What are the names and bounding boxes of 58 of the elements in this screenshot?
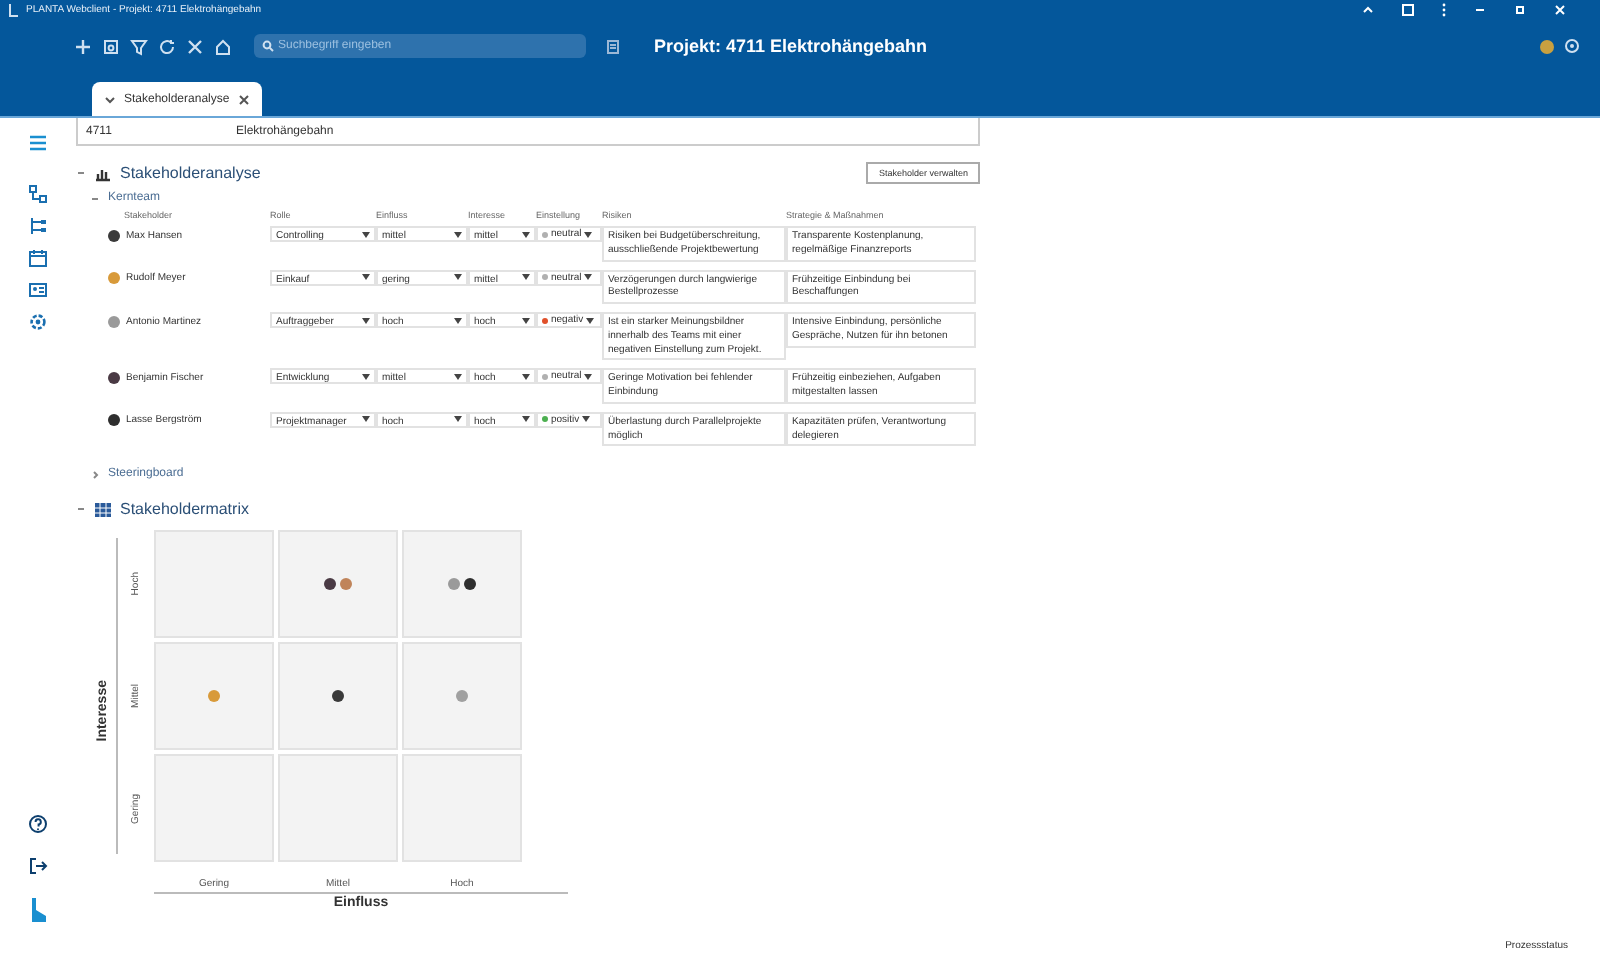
collapse-toggle[interactable]: [90, 193, 100, 203]
tree-icon[interactable]: [28, 216, 48, 236]
menu-icon[interactable]: [28, 134, 48, 152]
collapse-toggle[interactable]: [76, 504, 86, 515]
org-chart-icon[interactable]: [28, 184, 48, 204]
collapse-toggle[interactable]: [90, 469, 100, 480]
calendar-icon[interactable]: [28, 248, 48, 268]
caret-icon: [522, 231, 530, 237]
logout-icon[interactable]: [28, 856, 48, 876]
caret-icon: [454, 373, 462, 380]
home-icon[interactable]: [214, 37, 232, 55]
search-icon: [262, 40, 274, 52]
caret-icon: [362, 416, 370, 423]
user-avatar[interactable]: [1540, 39, 1554, 53]
help-icon[interactable]: [28, 814, 48, 834]
chart-icon: [94, 165, 112, 181]
caret-icon: [522, 416, 530, 423]
caret-icon: [362, 231, 370, 237]
avatar[interactable]: [324, 578, 336, 591]
restore-icon[interactable]: [1512, 2, 1528, 18]
chevron-up-icon[interactable]: [1360, 2, 1376, 18]
chevron-down-icon: [104, 93, 116, 105]
collapse-toggle[interactable]: [76, 168, 86, 178]
logo-icon: [28, 898, 48, 922]
notes-icon[interactable]: [604, 37, 622, 55]
caret-icon: [584, 231, 593, 237]
caret-icon: [454, 231, 462, 237]
close-icon[interactable]: [237, 93, 250, 105]
avatar[interactable]: [464, 578, 476, 591]
caret-icon: [584, 274, 593, 280]
save-icon[interactable]: [102, 37, 120, 55]
more-icon[interactable]: [1440, 2, 1448, 18]
filter-icon[interactable]: [130, 37, 148, 55]
caret-icon: [522, 317, 530, 323]
caret-icon: [582, 416, 591, 423]
refresh-icon[interactable]: [158, 37, 176, 55]
caret-icon: [454, 274, 462, 280]
add-icon[interactable]: [74, 37, 92, 55]
caret-icon: [454, 317, 462, 323]
section-title: Stakeholderanalyse: [120, 164, 261, 182]
app-icon: [8, 3, 20, 17]
caret-icon: [362, 274, 370, 280]
id-card-icon[interactable]: [28, 280, 48, 300]
caret-icon: [584, 373, 593, 380]
matrix-cell: [278, 754, 398, 863]
caret-icon: [362, 317, 370, 323]
caret-icon: [522, 274, 530, 280]
caret-icon: [454, 416, 462, 423]
avatar[interactable]: [332, 690, 344, 703]
caret-icon: [586, 317, 595, 323]
caret-icon: [362, 373, 370, 380]
matrix-cell: [154, 530, 274, 639]
section-title: Stakeholdermatrix: [120, 500, 249, 519]
project-title: Projekt: 4711 Elektrohängebahn: [654, 36, 930, 56]
matrix-cell: [402, 754, 522, 863]
caret-icon: [522, 373, 530, 380]
matrix-cell: [154, 754, 274, 863]
grid-icon: [94, 501, 112, 518]
